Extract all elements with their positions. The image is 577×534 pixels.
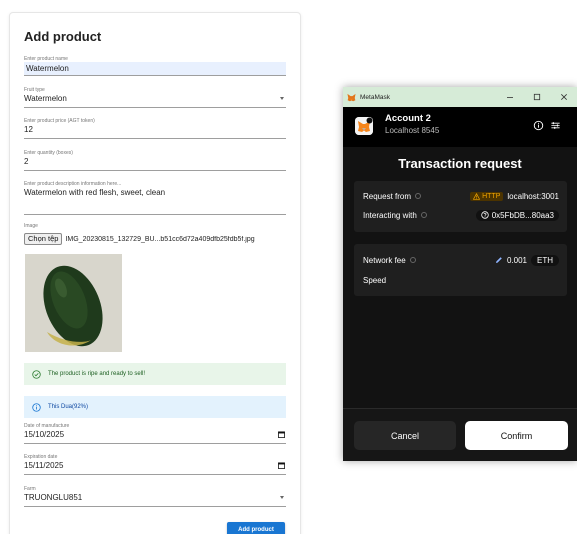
request-details-panel: Request from HTTP localhost:3001 Interac… <box>354 181 567 232</box>
request-from-row: Request from HTTP localhost:3001 <box>363 190 559 202</box>
image-label-wrap: Image <box>24 223 286 229</box>
calendar-icon[interactable] <box>278 462 285 469</box>
description-field[interactable]: Enter product description information he… <box>24 181 286 215</box>
field-underline <box>24 170 286 171</box>
add-product-button[interactable]: Add product <box>227 522 285 534</box>
field-underline <box>24 214 286 215</box>
network-fee-label: Network fee <box>363 255 406 265</box>
network-name: Localhost 8545 <box>385 126 440 135</box>
metamask-fox-icon <box>347 93 356 101</box>
cancel-button[interactable]: Cancel <box>354 421 456 450</box>
farm-select[interactable]: Farm TRUONGLU851 <box>24 486 286 507</box>
info-circle-icon[interactable] <box>415 193 422 199</box>
field-underline <box>24 107 286 108</box>
field-underline <box>24 138 286 139</box>
chevron-down-icon[interactable] <box>280 97 284 100</box>
choose-file-button[interactable]: Chọn tệp <box>24 233 63 245</box>
product-name-field[interactable]: Enter product name Watermelon <box>24 56 286 76</box>
expiration-date-input[interactable]: 15/11/2025 <box>24 460 286 471</box>
account-avatar[interactable] <box>355 117 373 135</box>
info-circle-icon[interactable] <box>420 212 427 218</box>
product-image <box>25 254 122 352</box>
contract-address: 0x5FbDB...80aa3 <box>491 210 554 220</box>
prediction-alert: This Dua(92%) <box>24 396 286 418</box>
interacting-with-label: Interacting with <box>363 210 417 220</box>
price-input[interactable]: 12 <box>24 124 286 135</box>
info-circle-icon[interactable] <box>409 257 416 263</box>
warning-icon <box>473 192 481 200</box>
page-title: Add product <box>24 29 102 44</box>
request-from-origin: HTTP localhost:3001 <box>470 191 559 201</box>
account-identicon <box>355 117 373 135</box>
quantity-field[interactable]: Enter quantity (boxes) 2 <box>24 150 286 171</box>
fruit-type-value[interactable]: Watermelon <box>24 93 286 104</box>
network-fee-value: 0.001 <box>506 255 527 265</box>
calendar-icon[interactable] <box>278 431 285 438</box>
settings-sliders-icon[interactable] <box>550 120 561 131</box>
edit-pencil-icon[interactable] <box>495 256 503 264</box>
description-input[interactable]: Watermelon with red flesh, sweet, clean <box>24 187 286 198</box>
fruit-type-select[interactable]: Fruit type Watermelon <box>24 87 286 108</box>
fee-panel: Network fee 0.001 ETH Speed <box>354 244 567 296</box>
add-product-card: Add product Enter product name Watermelo… <box>9 12 301 534</box>
close-icon <box>561 94 567 100</box>
speed-row: Speed <box>363 274 559 286</box>
transaction-heading: Transaction request <box>398 156 522 171</box>
request-from-value: localhost:3001 <box>507 191 559 201</box>
field-underline <box>24 75 286 76</box>
http-warning-badge: HTTP <box>470 191 504 201</box>
network-fee-row: Network fee 0.001 ETH <box>363 254 559 266</box>
check-circle-icon <box>32 369 41 379</box>
maximize-button[interactable] <box>530 90 544 104</box>
field-underline <box>24 474 286 475</box>
http-badge-label: HTTP <box>482 192 501 200</box>
action-footer: Cancel Confirm <box>343 408 577 461</box>
confirm-button[interactable]: Confirm <box>465 421 568 450</box>
ripe-message: The product is ripe and ready to sell! <box>48 371 146 377</box>
farm-value[interactable]: TRUONGLU851 <box>24 492 286 503</box>
account-header: Account 2 Localhost 8545 <box>343 107 577 147</box>
manufacture-date-input[interactable]: 15/10/2025 <box>24 429 286 440</box>
prediction-message: This Dua(92%) <box>48 404 89 410</box>
chevron-down-icon[interactable] <box>280 496 284 499</box>
minimize-button[interactable] <box>503 90 517 104</box>
ripe-alert: The product is ripe and ready to sell! <box>24 363 286 385</box>
info-circle-icon[interactable] <box>533 120 544 131</box>
image-label: Image <box>24 223 38 229</box>
currency-pill: ETH <box>531 254 559 266</box>
close-button[interactable] <box>557 90 571 104</box>
question-circle-icon <box>481 211 489 219</box>
expiration-date-field[interactable]: Expiration date 15/11/2025 <box>24 454 286 475</box>
info-icon <box>32 402 41 412</box>
price-field[interactable]: Enter product price (AGT token) 12 <box>24 118 286 139</box>
account-name[interactable]: Account 2 <box>385 113 431 124</box>
file-name: IMG_20230815_132729_BU...b51cc6d72a409df… <box>65 235 255 243</box>
quantity-input[interactable]: 2 <box>24 156 286 167</box>
speed-label: Speed <box>363 275 387 285</box>
window-titlebar[interactable]: MetaMask <box>343 87 577 107</box>
file-input[interactable]: Chọn tệp IMG_20230815_132729_BU...b51cc6… <box>24 233 288 245</box>
window-title: MetaMask <box>360 93 390 101</box>
screen: Add product Enter product name Watermelo… <box>0 0 577 534</box>
product-name-input[interactable]: Watermelon <box>24 62 286 75</box>
minimize-icon <box>507 97 513 98</box>
network-fee-amount[interactable]: 0.001 ETH <box>495 254 559 266</box>
contract-address-pill[interactable]: 0x5FbDB...80aa3 <box>475 209 559 221</box>
maximize-icon <box>533 93 541 101</box>
field-underline <box>24 443 286 444</box>
watermelon-image <box>25 254 122 352</box>
manufacture-date-field[interactable]: Date of manufacture 15/10/2025 <box>24 423 286 444</box>
metamask-window: MetaMask Account 2 Localhost 8545 Transa… <box>343 87 577 461</box>
field-underline <box>24 506 286 507</box>
request-from-label: Request from <box>363 191 412 201</box>
interacting-with-row: Interacting with 0x5FbDB...80aa3 <box>363 209 559 221</box>
